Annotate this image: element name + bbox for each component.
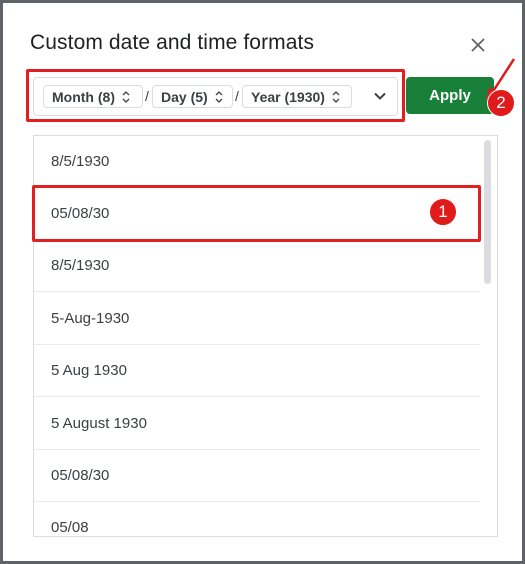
- step-badge-1: 1: [429, 198, 457, 226]
- list-item[interactable]: 05/08: [34, 502, 480, 536]
- dialog-title: Custom date and time formats: [30, 31, 315, 54]
- day-chip-label: Day (5): [161, 88, 208, 105]
- list-item[interactable]: 8/5/1930: [34, 240, 480, 292]
- up-down-icon: [122, 90, 130, 103]
- list-scrollbar[interactable]: [484, 140, 491, 284]
- format-builder-bar: Month (8) / Day (5) / Year (1930): [33, 77, 398, 116]
- list-item[interactable]: 5 August 1930: [34, 398, 480, 450]
- step-badge-2: 2: [487, 89, 515, 117]
- apply-button[interactable]: Apply: [406, 77, 494, 114]
- close-icon[interactable]: [467, 34, 489, 56]
- separator: /: [235, 88, 239, 104]
- year-chip-label: Year (1930): [251, 88, 325, 105]
- up-down-icon: [215, 90, 223, 103]
- list-item[interactable]: 5-Aug-1930: [34, 293, 480, 345]
- list-item[interactable]: 5 Aug 1930: [34, 345, 480, 397]
- list-item[interactable]: 05/08/30: [34, 188, 480, 240]
- year-chip[interactable]: Year (1930): [242, 85, 352, 108]
- separator: /: [145, 88, 149, 104]
- month-chip-label: Month (8): [52, 88, 115, 105]
- format-list: 8/5/1930 05/08/30 8/5/1930 5-Aug-1930 5 …: [33, 135, 498, 537]
- day-chip[interactable]: Day (5): [152, 85, 233, 108]
- list-item[interactable]: 05/08/30: [34, 450, 480, 502]
- chevron-down-icon[interactable]: [373, 89, 387, 103]
- month-chip[interactable]: Month (8): [43, 85, 143, 108]
- up-down-icon: [332, 90, 340, 103]
- custom-date-time-dialog: Custom date and time formats Month (8) /…: [0, 0, 525, 564]
- list-item[interactable]: 8/5/1930: [34, 136, 480, 188]
